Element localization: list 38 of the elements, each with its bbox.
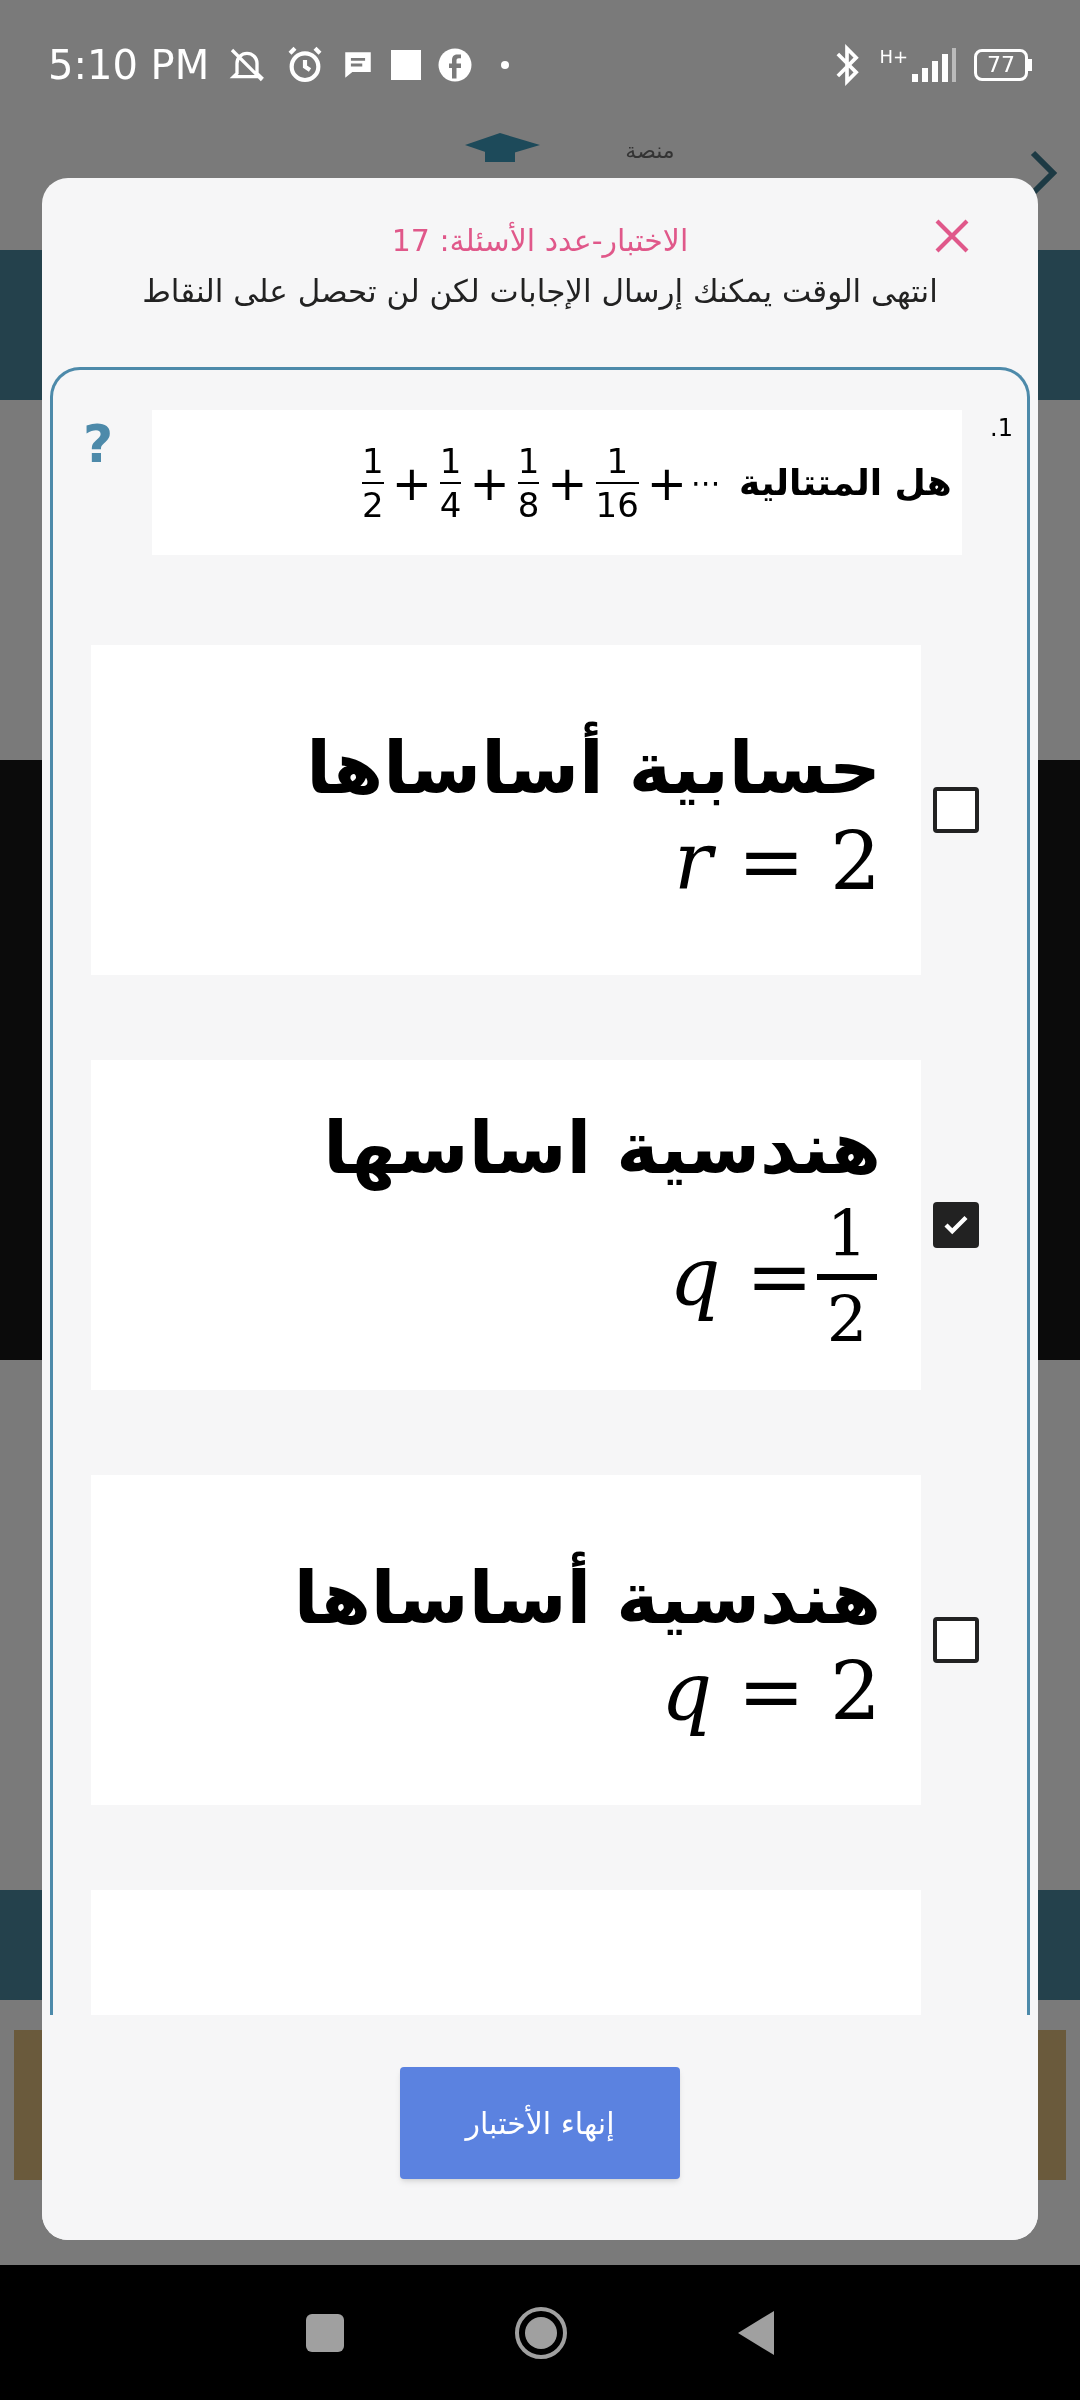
square-icon — [391, 50, 422, 80]
numerator: 1 — [517, 443, 540, 478]
checkbox[interactable] — [933, 1202, 979, 1248]
plus-sign: + — [391, 453, 432, 513]
plus-sign: + — [646, 453, 688, 513]
brand-text: منصة — [625, 140, 675, 162]
denominator: 8 — [517, 487, 540, 522]
ellipsis: ⋯ — [691, 464, 722, 502]
option-label: هندسية أساساها — [293, 1547, 881, 1649]
checkbox[interactable] — [933, 787, 979, 833]
plus-sign: + — [469, 453, 510, 513]
option-math: r = 2 — [673, 822, 881, 903]
clock: 5:10 PM — [48, 41, 210, 90]
dialog-title: الاختبار-عدد الأسئلة: 17 — [391, 220, 689, 260]
option-label: هندسية اساسها — [323, 1104, 881, 1193]
question-number: .1 — [990, 413, 1013, 444]
numerator: 1 — [606, 443, 628, 478]
signal-icon — [912, 48, 956, 82]
denominator: 4 — [439, 487, 462, 522]
option-label: حسابية أساساها — [306, 717, 881, 819]
denominator: 16 — [595, 487, 639, 522]
numerator: 1 — [362, 443, 384, 478]
time-up-message: انتهى الوقت يمكنك إرسال الإجابات لكن لن تحصل على النقاط — [141, 272, 939, 312]
home-button[interactable] — [515, 2306, 567, 2359]
plus-sign: + — [547, 453, 588, 513]
recents-button[interactable] — [305, 2313, 344, 2352]
battery-indicator: 77 — [974, 49, 1028, 81]
network-type: H+ — [879, 48, 908, 66]
back-button[interactable] — [738, 2310, 775, 2355]
numerator: 1 — [826, 1202, 868, 1267]
numerator: 1 — [439, 443, 462, 478]
finish-quiz-button[interactable]: إنهاء الأختبار — [400, 2067, 680, 2179]
help-mark[interactable]: ? — [83, 418, 114, 470]
facebook-icon — [437, 47, 474, 83]
checkbox[interactable] — [933, 1617, 979, 1663]
question-text: هل المتتالية — [739, 460, 952, 505]
denominator: 2 — [362, 487, 384, 522]
denominator: 2 — [826, 1288, 868, 1353]
